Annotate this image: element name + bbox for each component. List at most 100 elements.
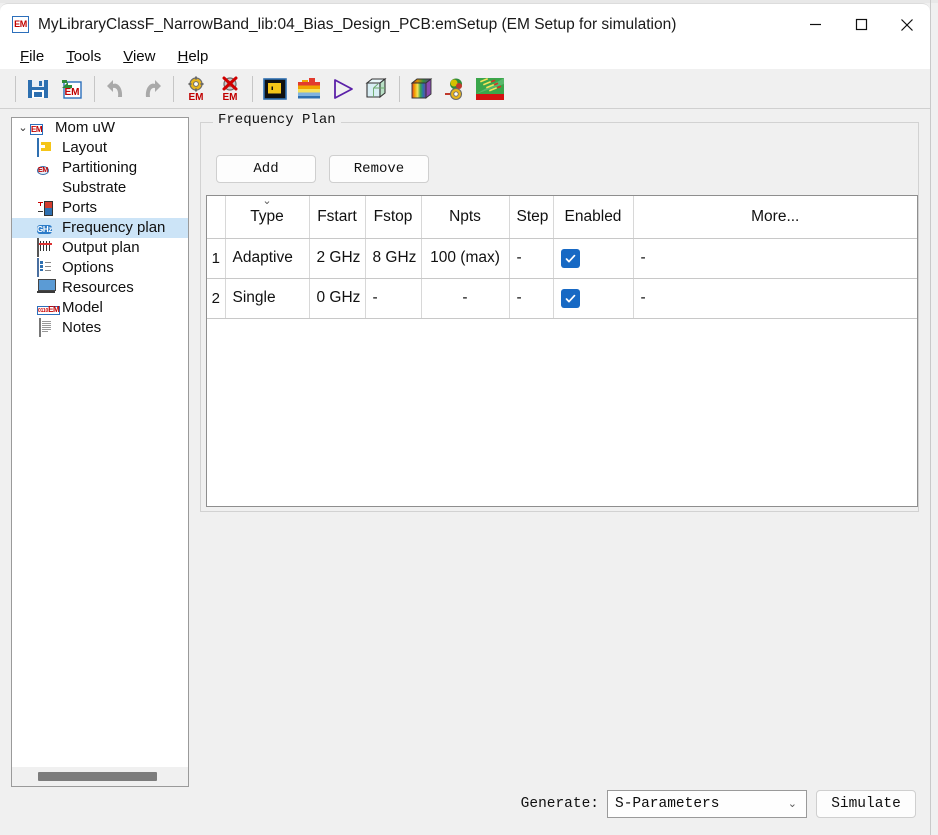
row-number: 2 [207,278,226,319]
options-icon [37,258,56,277]
app-icon: EM [12,16,29,33]
tree-item-options[interactable]: Options [12,258,188,278]
3d-preview-icon[interactable] [360,72,394,106]
cell-step[interactable]: - [509,238,554,279]
column-header-step[interactable]: Step [509,196,554,239]
title-bar: EM MyLibraryClassF_NarrowBand_lib:04_Bia… [0,3,930,45]
remove-button[interactable]: Remove [329,155,429,183]
toolbar-separator [399,75,400,102]
tree-item-ports[interactable]: Ports [12,198,188,218]
enabled-checkbox[interactable] [560,248,580,268]
tree-item-resources[interactable]: Resources [12,278,188,298]
cell-fstart[interactable]: 0 GHz [309,278,366,319]
frequency-plan-table: ⌄ Type Fstart Fstop Npts Step Enabled Mo… [207,196,917,319]
em-model-icon[interactable] [439,72,473,106]
partitioning-icon: EM [37,166,49,175]
cell-type[interactable]: Adaptive [225,238,310,279]
cell-fstop[interactable]: - [365,278,422,319]
tree-horizontal-scrollbar[interactable] [12,767,188,786]
em-settings-icon[interactable]: EM [179,72,213,106]
simulate-play-icon[interactable] [326,72,360,106]
notes-icon [37,318,56,337]
tree-item-label: Mom uW [55,119,115,136]
menu-tools[interactable]: Tools [55,46,112,68]
cell-fstop[interactable]: 8 GHz [365,238,422,279]
maximize-button[interactable] [838,4,884,46]
background-window-edge-right [930,0,931,835]
cell-step[interactable]: - [509,278,554,319]
chevron-down-icon[interactable]: ⌄ [788,799,797,810]
close-button[interactable] [884,4,930,46]
add-button[interactable]: Add [216,155,316,183]
cell-type[interactable]: Single [225,278,310,319]
column-header-label: Type [250,207,284,225]
cell-npts[interactable]: 100 (max) [421,238,510,279]
generate-select-value: S-Parameters [615,796,720,812]
cell-enabled[interactable] [553,238,634,279]
tree-item-partitioning[interactable]: EM Partitioning [12,158,188,178]
tree-item-output-plan[interactable]: Output plan [12,238,188,258]
table-row[interactable]: 1 Adaptive 2 GHz 8 GHz 100 (max) - - [207,238,917,279]
tree-item-frequency-plan[interactable]: GHz Frequency plan [12,218,188,238]
column-header-fstart[interactable]: Fstart [309,196,366,239]
redo-icon[interactable] [134,72,168,106]
expand-collapse-chevron-icon[interactable]: ⌄ [16,118,30,138]
cell-npts[interactable]: - [421,278,510,319]
tree-item-label: Ports [62,199,98,216]
visualization-icon[interactable] [473,72,507,106]
tree-item-notes[interactable]: Notes [12,318,188,338]
em-icon: EM [30,124,44,135]
toolbar-separator [173,75,174,102]
tree-item-label: Substrate [62,179,127,196]
tree-scrollbar-thumb[interactable] [38,772,157,781]
tree-item-label: Resources [62,279,134,296]
window-controls [792,4,930,46]
em-delete-icon[interactable]: EM [213,72,247,106]
menu-help[interactable]: Help [166,46,219,68]
simulate-button[interactable]: Simulate [816,790,916,818]
ports-icon [37,199,56,217]
menu-file[interactable]: File [9,46,55,68]
menu-bar: File Tools View Help [0,45,930,69]
em-cosim-icon[interactable] [405,72,439,106]
navigation-tree[interactable]: ⌄ EM Mom uW Layout EM Partitioning Subst… [11,117,189,787]
layout-icon[interactable] [258,72,292,106]
tree-item-substrate[interactable]: Substrate [12,178,188,198]
substrate-icon[interactable] [292,72,326,106]
cell-more[interactable]: - [633,238,917,279]
column-header-type[interactable]: ⌄ Type [225,196,310,239]
table-row[interactable]: 2 Single 0 GHz - - - - [207,278,917,319]
minimize-button[interactable] [792,4,838,46]
tree-item-label: Model [62,299,103,316]
main-content: Frequency Plan Add Remove ⌄ Type Fstart … [197,112,922,787]
column-header-more[interactable]: More... [633,196,917,239]
frequency-plan-table-container[interactable]: ⌄ Type Fstart Fstop Npts Step Enabled Mo… [206,195,918,507]
undo-icon[interactable] [100,72,134,106]
save-icon[interactable] [21,72,55,106]
group-title: Frequency Plan [213,112,341,128]
column-header-enabled[interactable]: Enabled [553,196,634,239]
table-header-row: ⌄ Type Fstart Fstop Npts Step Enabled Mo… [207,196,917,239]
column-header-fstop[interactable]: Fstop [365,196,422,239]
menu-view[interactable]: View [112,46,166,68]
layout-icon [37,138,56,157]
save-em-setup-icon[interactable]: EM [55,72,89,106]
tree-item-label: Partitioning [62,159,138,176]
toolbar: EM EM EM [0,69,930,109]
svg-text:EM: EM [189,92,204,103]
svg-text:EM: EM [65,87,80,98]
generate-select[interactable]: S-Parameters ⌄ [607,790,807,818]
tree-item-model[interactable]: 0110EM Model [12,298,188,318]
sort-chevron-down-icon[interactable]: ⌄ [262,196,271,207]
ghz-icon: GHz [37,225,53,234]
tree-item-label: Frequency plan [62,219,166,236]
output-plan-icon [37,238,56,257]
column-header-npts[interactable]: Npts [421,196,510,239]
tree-item-layout[interactable]: Layout [12,138,188,158]
title-bar-left: EM MyLibraryClassF_NarrowBand_lib:04_Bia… [0,16,792,34]
cell-fstart[interactable]: 2 GHz [309,238,366,279]
cell-more[interactable]: - [633,278,917,319]
cell-enabled[interactable] [553,278,634,319]
tree-item-mom-uw[interactable]: ⌄ EM Mom uW [12,118,188,138]
enabled-checkbox[interactable] [560,288,580,308]
